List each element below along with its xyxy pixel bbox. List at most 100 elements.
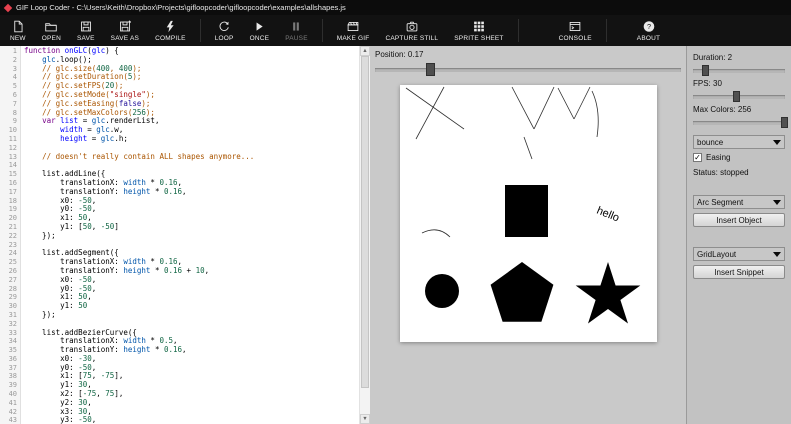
about-button[interactable]: ? ABOUT (629, 15, 668, 46)
scrollbar-thumb[interactable] (361, 56, 369, 388)
code-line[interactable]: y1: 50 (24, 302, 359, 311)
line-number: 37 (0, 364, 17, 373)
canvas-star (575, 262, 640, 324)
capture-still-button[interactable]: CAPTURE STILL (377, 15, 446, 46)
app-logo-icon (4, 3, 12, 11)
slider-thumb[interactable] (702, 65, 709, 76)
compile-button[interactable]: COMPILE (147, 15, 194, 46)
status-text: Status: stopped (693, 168, 785, 177)
code-line[interactable]: }); (24, 232, 359, 241)
pause-button[interactable]: PAUSE (277, 15, 316, 46)
line-number: 35 (0, 346, 17, 355)
toolbar-label: COMPILE (155, 35, 186, 42)
toolbar-label: CONSOLE (559, 35, 592, 42)
title-bar: GIF Loop Coder - C:\Users\Keith\Dropbox\… (0, 0, 791, 15)
line-number: 5 (0, 82, 17, 91)
save-as-button[interactable]: SAVE AS (103, 15, 147, 46)
editor-scrollbar[interactable]: ▲ ▼ (359, 46, 370, 424)
toolbar-label: ABOUT (637, 35, 660, 42)
line-number: 29 (0, 293, 17, 302)
new-button[interactable]: NEW (2, 15, 34, 46)
canvas-rect (505, 185, 548, 237)
animation-canvas: hello (400, 85, 657, 342)
line-number: 42 (0, 408, 17, 417)
toolbar-label: LOOP (215, 35, 234, 42)
position-slider[interactable] (375, 62, 681, 77)
canvas-curve (592, 91, 598, 137)
canvas-line (416, 87, 444, 139)
chevron-down-icon (773, 200, 781, 205)
console-icon (568, 20, 582, 33)
easing-checkbox[interactable]: ✓ (693, 153, 702, 162)
toolbar: NEW OPEN SAVE SAVE AS COMPILE LOOP ONCE (0, 15, 791, 46)
line-number: 26 (0, 267, 17, 276)
easing-label: Easing (706, 153, 730, 162)
console-button[interactable]: CONSOLE (551, 15, 600, 46)
toolbar-label: ONCE (250, 35, 270, 42)
line-number: 36 (0, 355, 17, 364)
code-line[interactable]: }); (24, 311, 359, 320)
play-once-icon (252, 20, 266, 33)
save-button[interactable]: SAVE (69, 15, 103, 46)
make-gif-button[interactable]: MAKE GIF (329, 15, 378, 46)
line-number: 21 (0, 223, 17, 232)
line-number: 34 (0, 337, 17, 346)
line-number: 4 (0, 73, 17, 82)
once-button[interactable]: ONCE (242, 15, 278, 46)
code-line[interactable]: height = glc.h; (24, 135, 359, 144)
slider-thumb[interactable] (781, 117, 788, 128)
sprite-sheet-icon (472, 20, 486, 33)
preview-stage: Position: 0.17 (370, 46, 686, 424)
max-colors-slider[interactable] (693, 116, 785, 129)
canvas-graphics: hello (400, 85, 657, 342)
make-gif-icon (346, 20, 360, 33)
object-type-select[interactable]: Arc Segment (693, 195, 785, 209)
canvas-line (406, 88, 464, 129)
slider-track[interactable] (693, 121, 785, 125)
mode-select-value: bounce (697, 138, 723, 147)
window-title: GIF Loop Coder - C:\Users\Keith\Dropbox\… (16, 3, 346, 12)
fps-slider[interactable] (693, 90, 785, 103)
canvas-circle (425, 274, 459, 308)
about-icon: ? (642, 20, 656, 33)
line-number: 23 (0, 241, 17, 250)
line-number: 43 (0, 416, 17, 424)
insert-snippet-button[interactable]: Insert Snippet (693, 265, 785, 279)
canvas-line (512, 87, 534, 129)
duration-slider[interactable] (693, 64, 785, 77)
line-number: 13 (0, 153, 17, 162)
loop-button[interactable]: LOOP (207, 15, 242, 46)
code-line[interactable]: // doesn't really contain ALL shapes any… (24, 153, 359, 162)
svg-text:?: ? (646, 21, 650, 30)
open-button[interactable]: OPEN (34, 15, 69, 46)
line-number: 18 (0, 197, 17, 206)
slider-track[interactable] (375, 68, 681, 72)
line-number: 31 (0, 311, 17, 320)
position-label: Position: 0.17 (375, 50, 681, 59)
line-number: 22 (0, 232, 17, 241)
toolbar-separator (518, 19, 519, 42)
line-number: 11 (0, 135, 17, 144)
code-line[interactable]: y3: -50, (24, 416, 359, 424)
slider-thumb[interactable] (733, 91, 740, 102)
sprite-sheet-button[interactable]: SPRITE SHEET (446, 15, 511, 46)
position-bar: Position: 0.17 (370, 46, 686, 77)
line-number: 32 (0, 320, 17, 329)
code-editor[interactable]: function onGLC(glc) { glc.loop(); // glc… (21, 46, 359, 424)
line-number: 39 (0, 381, 17, 390)
line-number: 19 (0, 205, 17, 214)
scroll-up-arrow-icon[interactable]: ▲ (360, 46, 370, 56)
line-number: 15 (0, 170, 17, 179)
snippet-select[interactable]: GridLayout (693, 247, 785, 261)
insert-object-button[interactable]: Insert Object (693, 213, 785, 227)
toolbar-label: SPRITE SHEET (454, 35, 503, 42)
easing-checkbox-row[interactable]: ✓ Easing (693, 153, 785, 162)
slider-thumb[interactable] (426, 63, 435, 76)
line-number: 20 (0, 214, 17, 223)
canvas-hello-text: hello (594, 205, 620, 225)
new-file-icon (11, 20, 25, 33)
canvas-segment (524, 137, 532, 159)
scroll-down-arrow-icon[interactable]: ▼ (360, 414, 370, 424)
mode-select[interactable]: bounce (693, 135, 785, 149)
code-line[interactable]: y1: [50, -50] (24, 223, 359, 232)
